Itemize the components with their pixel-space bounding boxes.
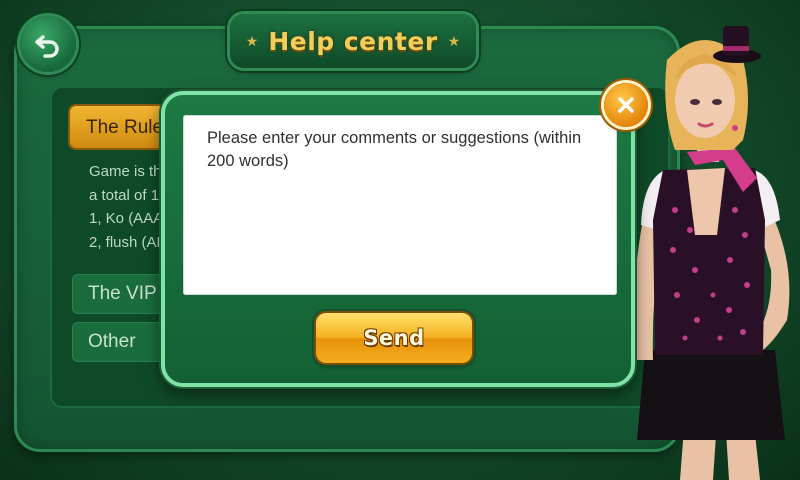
title-banner: ★ Help center ★ [230, 14, 476, 68]
section-label: Other [88, 331, 136, 352]
star-right-icon: ★ [447, 32, 461, 49]
star-left-icon: ★ [245, 32, 259, 49]
send-label: Send [363, 326, 425, 350]
comment-placeholder: Please enter your comments or suggestion… [207, 129, 582, 170]
feedback-dialog: Please enter your comments or suggestion… [161, 91, 635, 387]
hostess-character [633, 26, 790, 480]
close-icon [618, 97, 634, 113]
back-arrow-icon [35, 35, 59, 58]
send-button[interactable]: Send [316, 313, 472, 363]
close-button[interactable] [604, 83, 648, 127]
page-title: Help center [268, 26, 438, 56]
back-button[interactable] [20, 16, 76, 72]
comment-input[interactable]: Please enter your comments or suggestion… [183, 115, 617, 295]
